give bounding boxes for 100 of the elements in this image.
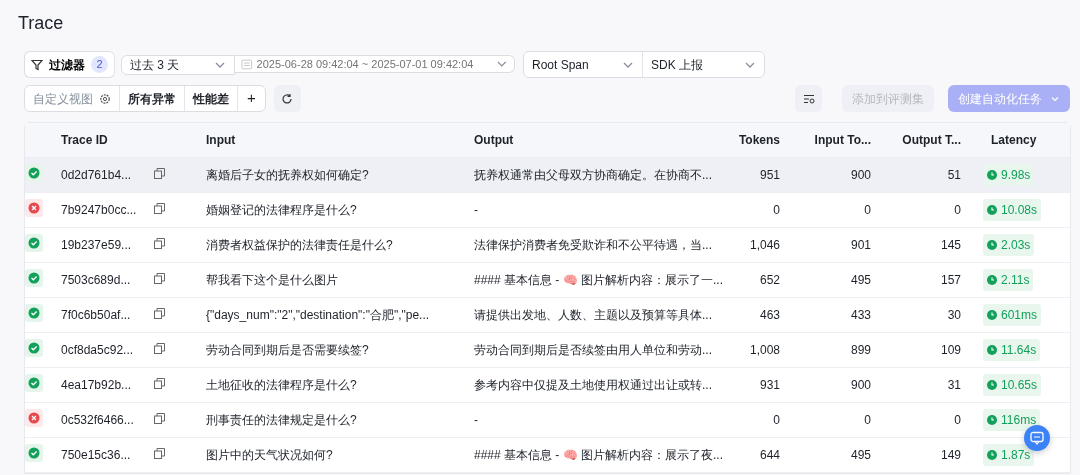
token-count: 31: [947, 378, 961, 392]
time-range-select[interactable]: 过去 3 天: [121, 54, 235, 75]
copy-icon: [154, 168, 165, 179]
token-count: 652: [759, 273, 780, 287]
copy-button[interactable]: [154, 378, 165, 389]
token-count: 899: [850, 343, 871, 357]
copy-button[interactable]: [154, 168, 165, 179]
clock-icon: [987, 205, 997, 215]
copy-icon: [154, 378, 165, 389]
clock-icon: [987, 240, 997, 250]
date-range-field[interactable]: 2025-06-28 09:42:04 ~ 2025-07-01 09:42:04: [235, 54, 515, 73]
table-row[interactable]: 750e15c36... 图片中的天气状况如何? #### 基本信息 - 🧠 图片解析内容：展示了夜... 644 495 149 1.87s: [25, 438, 1070, 473]
latency-badge: 10.08s: [983, 199, 1042, 221]
output-text: 请提供出发地、人数、主题以及预算等具体...: [474, 308, 712, 322]
success-icon: [28, 306, 40, 319]
success-icon: [28, 166, 40, 179]
token-count: 30: [947, 308, 961, 322]
token-count: 900: [850, 168, 871, 182]
trace-id: 4ea17b92b...: [61, 378, 132, 392]
column-settings-button[interactable]: [795, 85, 822, 112]
page-title: Trace: [18, 12, 65, 35]
success-icon: [28, 341, 40, 354]
input-text: 土地征收的法律程序是什么?: [206, 378, 357, 392]
trace-id: 0c532f6466...: [61, 413, 134, 427]
output-text: -: [474, 203, 478, 217]
latency-badge: 9.98s: [983, 164, 1035, 186]
latency-badge: 11.64s: [983, 339, 1041, 361]
table-row[interactable]: 7503c689d... 帮我看下这个是什么图片 #### 基本信息 - 🧠 图片解析内容：展示了一... 652 495 157 2.11s: [25, 263, 1070, 298]
success-icon: [28, 236, 40, 249]
input-text: 离婚后子女的抚养权如何确定?: [206, 168, 369, 182]
copy-button[interactable]: [154, 413, 165, 424]
trace-id: 7503c689d...: [61, 273, 131, 287]
output-text: 抚养权通常由父母双方协商确定。在协商不...: [474, 168, 712, 182]
token-count: 0: [864, 203, 871, 217]
copy-button[interactable]: [154, 273, 165, 284]
error-icon: [28, 411, 40, 424]
success-icon: [28, 376, 40, 389]
output-text: -: [474, 413, 478, 427]
table-row[interactable]: 0d2d761b4... 离婚后子女的抚养权如何确定? 抚养权通常由父母双方协商确定。在协商不... 951 900 51 9.98s: [25, 158, 1070, 193]
token-count: 495: [850, 273, 871, 287]
chat-icon: [1030, 431, 1044, 445]
column-header: Input To...: [814, 133, 871, 147]
table-row[interactable]: 0cf8da5c92... 劳动合同到期后是否需要续签? 劳动合同到期后是否续签由用人单位和劳动... 1,008 899 109 11.64s: [25, 333, 1070, 368]
clock-icon: [987, 415, 997, 425]
clock-icon: [987, 310, 997, 320]
view-tab[interactable]: 性能差: [185, 86, 238, 111]
calendar-icon: [241, 57, 253, 70]
table-row[interactable]: 7b9247b0cc... 婚姻登记的法律程序是什么? - 0 0 0 10.08s: [25, 193, 1070, 228]
column-header: Trace ID: [61, 133, 108, 147]
copy-button[interactable]: [154, 343, 165, 354]
input-text: 图片中的天气状况如何?: [206, 448, 333, 462]
trace-id: 19b237e59...: [61, 238, 132, 252]
clock-icon: [987, 380, 997, 390]
token-count: 900: [850, 378, 871, 392]
input-text: 消费者权益保护的法律责任是什么?: [206, 238, 393, 252]
token-count: 1,046: [749, 238, 780, 252]
table-row[interactable]: 0c532f6466... 刑事责任的法律规定是什么? - 0 0 0 116ms: [25, 403, 1070, 438]
refresh-button[interactable]: [273, 85, 301, 112]
view-tab[interactable]: 所有异常: [120, 86, 185, 111]
token-count: 495: [850, 448, 871, 462]
copy-button[interactable]: [154, 308, 165, 319]
latency-badge: 2.11s: [983, 269, 1034, 291]
output-text: 参考内容中仅提及土地使用权通过出让或转...: [474, 378, 712, 392]
input-text: 刑事责任的法律规定是什么?: [206, 413, 357, 427]
error-icon: [28, 201, 40, 214]
table-row[interactable]: 4ea17b92b... 土地征收的法律程序是什么? 参考内容中仅提及土地使用权通过出让或转... 931 900 31 10.65s: [25, 368, 1070, 403]
latency-badge: 10.65s: [983, 374, 1042, 396]
latency-badge: 601ms: [983, 304, 1042, 326]
add-view-button[interactable]: +: [238, 86, 265, 111]
input-text: 帮我看下这个是什么图片: [206, 273, 338, 287]
input-text: {"days_num":"2","destination":"合肥","pe...: [206, 308, 430, 322]
clock-icon: [987, 170, 997, 180]
token-count: 0: [954, 203, 961, 217]
column-header: Tokens: [738, 133, 780, 147]
filter-button[interactable]: 过滤器 2: [24, 51, 115, 78]
token-count: 951: [759, 168, 780, 182]
token-count: 433: [850, 308, 871, 322]
copy-icon: [154, 308, 165, 319]
output-text: #### 基本信息 - 🧠 图片解析内容：展示了一...: [474, 273, 724, 287]
list-settings-icon: [802, 92, 815, 105]
token-count: 157: [940, 273, 961, 287]
filter-icon: [31, 58, 43, 71]
clock-icon: [987, 450, 997, 460]
table-row[interactable]: 19b237e59... 消费者权益保护的法律责任是什么? 法律保护消费者免受欺诈和不公平待遇，当... 1,046 901 145 2.03s: [25, 228, 1070, 263]
copy-button[interactable]: [154, 238, 165, 249]
copy-button[interactable]: [154, 203, 165, 214]
token-count: 0: [864, 413, 871, 427]
latency-badge: 1.87s: [983, 444, 1035, 466]
output-text: 劳动合同到期后是否续签由用人单位和劳动...: [474, 343, 712, 357]
clock-icon: [987, 275, 997, 285]
copy-icon: [154, 203, 165, 214]
trace-id: 0cf8da5c92...: [61, 343, 134, 357]
token-count: 149: [940, 448, 961, 462]
token-count: 0: [773, 203, 780, 217]
token-count: 901: [850, 238, 871, 252]
token-count: 644: [759, 448, 780, 462]
column-header: Output T...: [902, 133, 961, 147]
copy-icon: [154, 238, 165, 249]
table-row[interactable]: 7f0c6b50af... {"days_num":"2","destination":"合肥","pe... 请提供出发地、人数、主题以及预算等具体... 463 433 30 601ms: [25, 298, 1070, 333]
copy-button[interactable]: [154, 448, 165, 459]
